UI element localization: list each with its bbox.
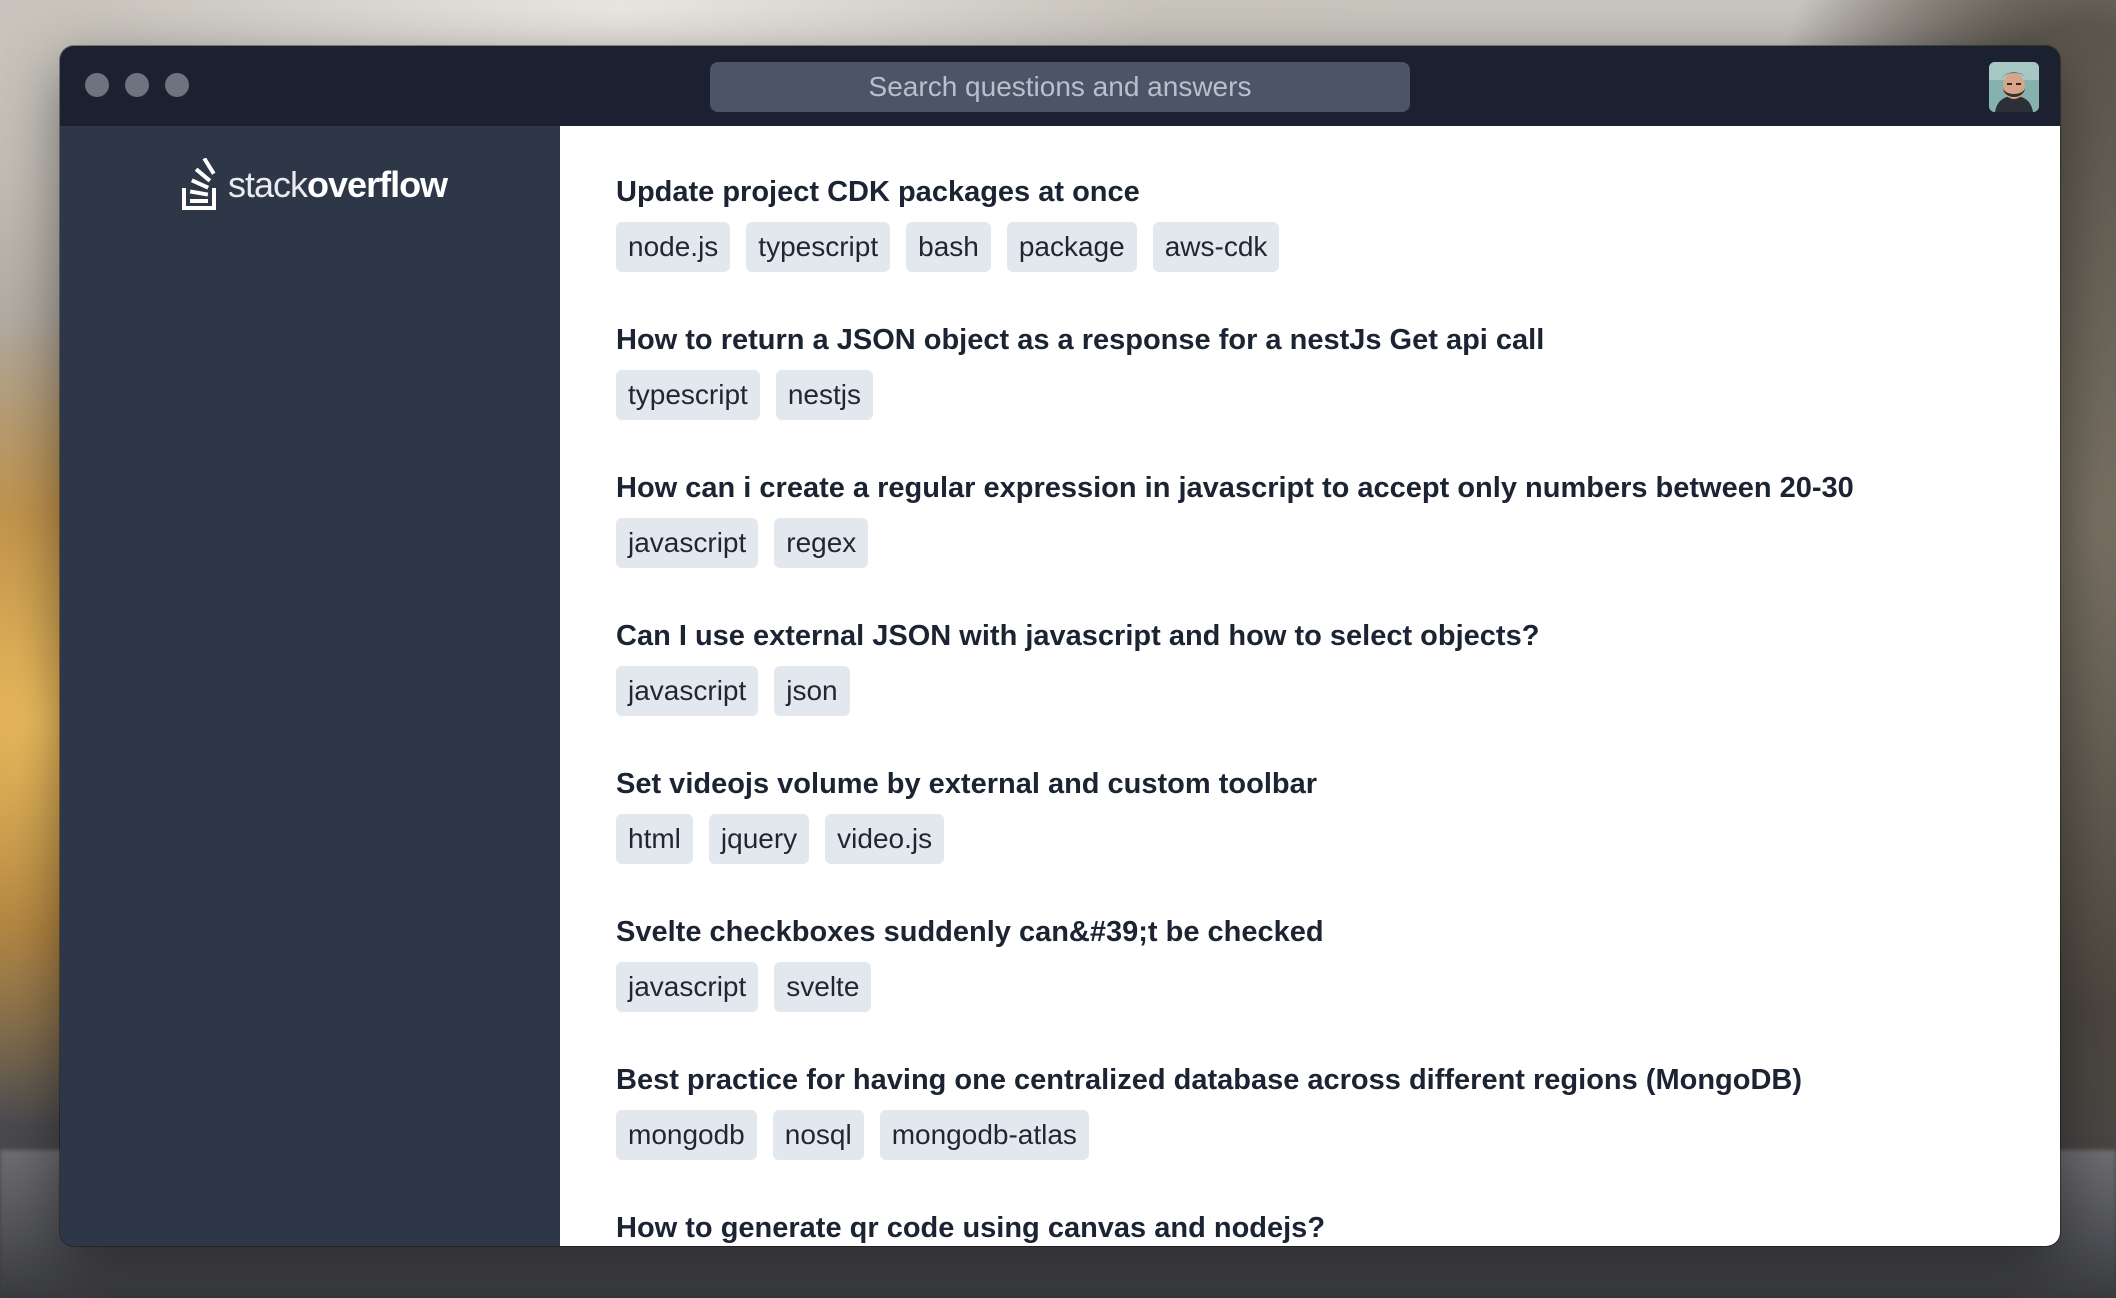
tag-chip[interactable]: svelte [774, 962, 872, 1012]
question-item: How can i create a regular expression in… [616, 468, 2036, 616]
tag-chip[interactable]: javascript [616, 962, 759, 1012]
question-title[interactable]: Update project CDK packages at once [616, 172, 2036, 212]
maximize-window-button[interactable] [165, 73, 189, 97]
question-title[interactable]: Can I use external JSON with javascript … [616, 616, 2036, 656]
question-title[interactable]: How can i create a regular expression in… [616, 468, 2036, 508]
sidebar [60, 126, 560, 1246]
question-item: How to return a JSON object as a respons… [616, 320, 2036, 468]
question-title[interactable]: Set videojs volume by external and custo… [616, 764, 2036, 804]
tag-chip[interactable]: regex [774, 518, 869, 568]
minimize-window-button[interactable] [125, 73, 149, 97]
tag-list: typescript nestjs [616, 370, 2036, 420]
question-title[interactable]: Svelte checkboxes suddenly can&#39;t be … [616, 912, 2036, 952]
tag-chip[interactable]: package [1006, 222, 1137, 272]
question-title[interactable]: How to return a JSON object as a respons… [616, 320, 2036, 360]
close-window-button[interactable] [85, 73, 109, 97]
app-window: stackoverflow Update project CDK package… [60, 46, 2060, 1246]
tag-list: javascript json [616, 666, 2036, 716]
question-item: Best practice for having one centralized… [616, 1060, 2036, 1208]
tag-chip[interactable]: mongodb [616, 1110, 757, 1160]
avatar-image [1989, 62, 2039, 112]
question-item: Update project CDK packages at once node… [616, 172, 2036, 320]
tag-chip[interactable]: node.js [616, 222, 731, 272]
question-item: Set videojs volume by external and custo… [616, 764, 2036, 912]
question-item: How to generate qr code using canvas and… [616, 1208, 2036, 1246]
question-item: Svelte checkboxes suddenly can&#39;t be … [616, 912, 2036, 1060]
tag-chip[interactable]: html [616, 814, 693, 864]
tag-list: mongodb nosql mongodb-atlas [616, 1110, 2036, 1160]
tag-chip[interactable]: typescript [616, 370, 760, 420]
tag-chip[interactable]: javascript [616, 666, 759, 716]
tag-chip[interactable]: video.js [825, 814, 945, 864]
stackoverflow-logo-icon [182, 158, 216, 210]
titlebar [60, 46, 2060, 126]
tag-chip[interactable]: json [774, 666, 850, 716]
logo-wordmark: stackoverflow [228, 164, 448, 206]
tag-chip[interactable]: mongodb-atlas [879, 1110, 1089, 1160]
tag-chip[interactable]: nestjs [775, 370, 873, 420]
question-list: Update project CDK packages at once node… [616, 172, 2036, 1246]
tag-chip[interactable]: bash [906, 222, 991, 272]
tag-chip[interactable]: nosql [772, 1110, 864, 1160]
tag-chip[interactable]: javascript [616, 518, 759, 568]
logo-wordmark-light: stack [228, 164, 308, 205]
question-item: Can I use external JSON with javascript … [616, 616, 2036, 764]
tag-chip[interactable]: jquery [708, 814, 810, 864]
stackoverflow-logo[interactable]: stackoverflow [180, 158, 448, 212]
question-title[interactable]: Best practice for having one centralized… [616, 1060, 2036, 1100]
user-avatar[interactable] [1989, 62, 2039, 112]
logo-wordmark-bold: overflow [307, 164, 448, 205]
tag-list: javascript svelte [616, 962, 2036, 1012]
tag-list: node.js typescript bash package aws-cdk [616, 222, 2036, 272]
tag-chip[interactable]: aws-cdk [1152, 222, 1280, 272]
tag-chip[interactable]: typescript [746, 222, 891, 272]
tag-list: javascript regex [616, 518, 2036, 568]
search-input[interactable] [710, 62, 1410, 112]
question-title[interactable]: How to generate qr code using canvas and… [616, 1208, 2036, 1246]
tag-list: html jquery video.js [616, 814, 2036, 864]
question-list-panel: Update project CDK packages at once node… [560, 126, 2060, 1246]
